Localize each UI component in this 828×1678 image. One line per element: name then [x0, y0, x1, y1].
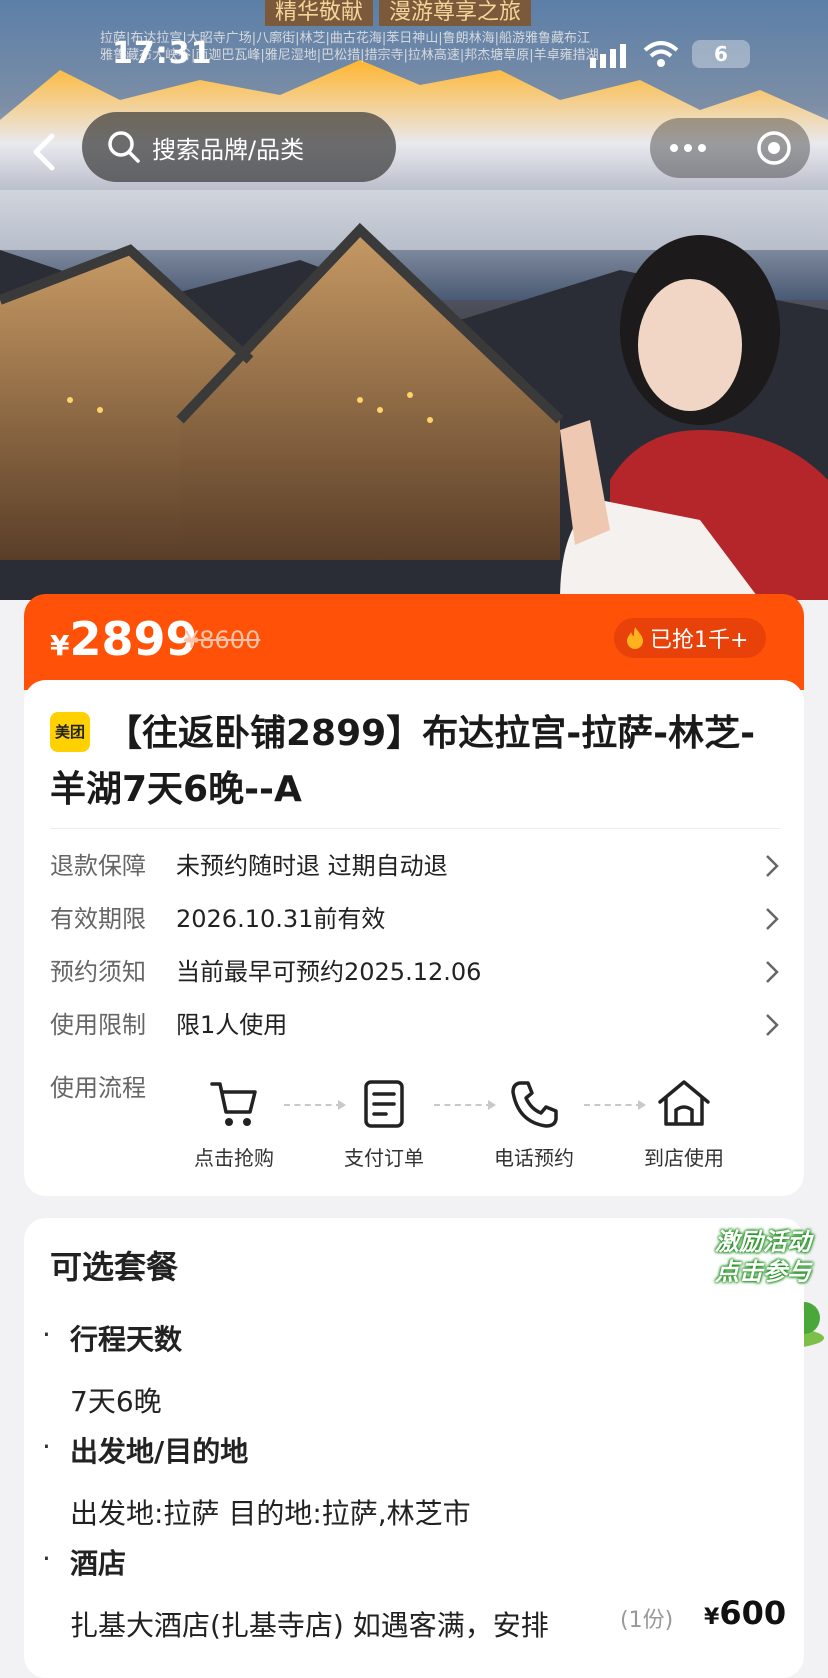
- sold-count-text: 已抢1千+: [650, 628, 749, 653]
- package-price-currency: ¥: [704, 1605, 720, 1630]
- info-row-value: 2026.10.31前有效: [176, 905, 386, 933]
- package-price: ¥600: [704, 1594, 786, 1632]
- flow-step-purchase: 点击抢购: [174, 1078, 294, 1171]
- info-row-value: 当前最早可预约2025.12.06: [176, 958, 482, 986]
- more-dots-icon[interactable]: [668, 138, 708, 158]
- price-currency: ¥: [50, 629, 70, 662]
- flow-step-label: 支付订单: [344, 1146, 424, 1170]
- info-row-key: 预约须知: [50, 958, 146, 986]
- package-options-card: 可选套餐 行程天数 7天6晚 出发地/目的地 出发地:拉萨 目的地:拉萨,林芝市…: [24, 1218, 804, 1678]
- flow-step-pay: 支付订单: [324, 1078, 444, 1171]
- battery-indicator: 6: [692, 40, 750, 68]
- banner-title-right: 漫游尊享之旅: [379, 0, 532, 26]
- store-icon: [658, 1080, 710, 1126]
- package-value-route: 出发地:拉萨 目的地:拉萨,林芝市: [70, 1497, 471, 1530]
- info-row-usage-limit[interactable]: 使用限制 限1人使用: [50, 1005, 780, 1045]
- back-arrow-icon[interactable]: [20, 128, 68, 176]
- info-row-key: 有效期限: [50, 905, 146, 933]
- phone-icon: [511, 1081, 558, 1128]
- package-price-value: 600: [719, 1594, 787, 1632]
- flame-icon: [627, 627, 643, 649]
- info-row-refund[interactable]: 退款保障 未预约随时退 过期自动退: [50, 846, 780, 886]
- search-placeholder: 搜索品牌/品类: [152, 135, 305, 164]
- search-icon: [108, 131, 140, 163]
- sold-count-badge: 已抢1千+: [614, 618, 767, 658]
- usage-flow-label: 使用流程: [50, 1074, 146, 1102]
- price-bar: ¥2899 ¥8600 已抢1千+: [24, 594, 804, 690]
- banner-title: 精华敬献 漫游尊享之旅: [265, 0, 532, 26]
- cart-icon: [210, 1082, 257, 1126]
- flow-step-store: 到店使用: [624, 1078, 744, 1171]
- status-bar: 17:31 6: [0, 30, 828, 80]
- chevron-right-icon: [766, 961, 779, 983]
- banner-title-left: 精华敬献: [265, 0, 374, 26]
- package-heading-text: 出发地/目的地: [70, 1435, 249, 1468]
- chevron-right-icon: [766, 908, 779, 930]
- cellular-signal-icon: [590, 44, 626, 68]
- package-quantity: (1份): [620, 1608, 674, 1633]
- close-miniapp-icon[interactable]: [754, 128, 794, 168]
- chevron-right-icon: [766, 855, 779, 877]
- flow-step-label: 电话预约: [494, 1146, 574, 1170]
- info-row-value: 限1人使用: [176, 1011, 288, 1039]
- original-price: ¥8600: [184, 626, 261, 654]
- info-row-key: 退款保障: [50, 852, 146, 880]
- price-value: 2899: [69, 612, 198, 666]
- package-heading-route: 出发地/目的地: [42, 1430, 249, 1470]
- info-row-value: 未预约随时退 过期自动退: [176, 852, 448, 880]
- flow-step-phone: 电话预约: [474, 1078, 594, 1171]
- package-heading-hotel: 酒店: [42, 1542, 127, 1582]
- order-icon: [364, 1080, 404, 1128]
- divider: [50, 828, 780, 829]
- miniapp-capsule: [650, 118, 810, 178]
- flow-step-label: 到店使用: [644, 1146, 724, 1170]
- chevron-right-icon: [766, 1014, 779, 1036]
- promo-activity-button[interactable]: 激励活动 点击参与: [696, 1222, 828, 1350]
- hero-banner-image: 精华敬献 漫游尊享之旅 拉萨|布达拉宫|大昭寺广场|八廓街|林芝|曲古花海|苯日…: [0, 0, 828, 600]
- status-time: 17:31: [112, 36, 213, 71]
- info-row-validity[interactable]: 有效期限 2026.10.31前有效: [50, 899, 780, 939]
- search-input[interactable]: 搜索品牌/品类: [82, 112, 396, 182]
- package-value-days: 7天6晚: [70, 1385, 162, 1418]
- package-section-title: 可选套餐: [50, 1248, 179, 1286]
- package-heading-days: 行程天数: [42, 1318, 183, 1358]
- info-row-booking[interactable]: 预约须知 当前最早可预约2025.12.06: [50, 952, 780, 992]
- product-info-card: 美团 【往返卧铺2899】布达拉宫-拉萨-林芝-羊湖7天6晚--A 退款保障 未…: [24, 680, 804, 1196]
- hero-scenery: [0, 60, 828, 600]
- promo-line2: 点击参与: [715, 1258, 811, 1286]
- package-value-hotel: 扎基大酒店(扎基寺店) 如遇客满，安排: [70, 1609, 549, 1642]
- flow-step-label: 点击抢购: [194, 1146, 274, 1170]
- package-heading-text: 行程天数: [70, 1323, 183, 1356]
- current-price: ¥2899: [50, 612, 198, 666]
- info-row-key: 使用限制: [50, 1011, 146, 1039]
- wifi-icon: [643, 41, 679, 67]
- product-title: 【往返卧铺2899】布达拉宫-拉萨-林芝-羊湖7天6晚--A: [50, 713, 756, 810]
- package-heading-text: 酒店: [70, 1547, 127, 1580]
